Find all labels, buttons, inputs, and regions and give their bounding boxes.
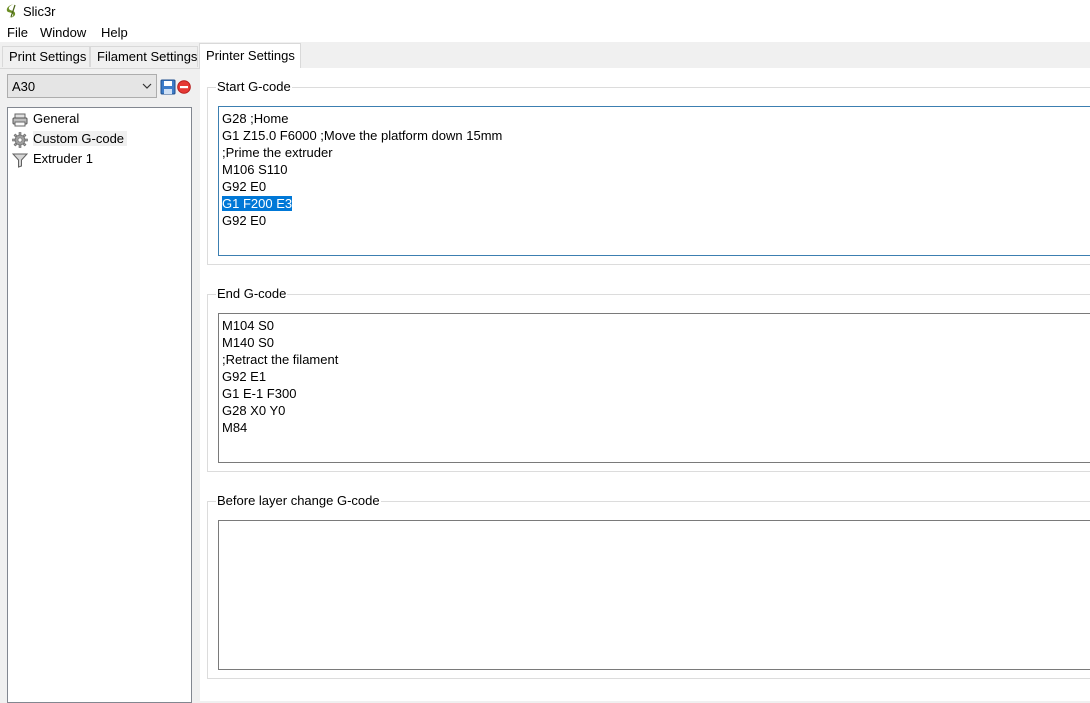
start-gcode-editor[interactable]: G28 ;Home G1 Z15.0 F6000 ;Move the platf… (218, 106, 1090, 256)
tree-item-label: Extruder 1 (33, 151, 93, 166)
slic3r-logo-icon (6, 4, 16, 18)
preset-select[interactable]: A30 (7, 74, 157, 98)
funnel-icon (12, 153, 28, 168)
tree-item-general[interactable]: General (12, 110, 188, 129)
code-line: G92 E0 (222, 179, 267, 194)
code-line: G1 E-1 F300 (222, 386, 297, 401)
menu-window[interactable]: Window (40, 25, 86, 40)
code-line: ;Retract the filament (222, 352, 339, 367)
tab-print-settings[interactable]: Print Settings (2, 46, 90, 67)
code-line: M140 S0 (222, 335, 275, 350)
before-layer-change-gcode-editor[interactable] (218, 520, 1090, 670)
printer-icon (12, 113, 28, 127)
preset-selected-value: A30 (12, 79, 36, 94)
tree-item-extruder-1[interactable]: Extruder 1 (12, 150, 188, 169)
code-line: M106 S110 (222, 162, 288, 177)
code-line: ;Prime the extruder (222, 145, 333, 160)
code-line: G1 Z15.0 F6000 ;Move the platform down 1… (222, 128, 503, 143)
custom-gcode-page: Start G-code G28 ;Home G1 Z15.0 F6000 ;M… (200, 68, 1090, 701)
window-title: Slic3r (23, 4, 56, 19)
delete-preset-icon[interactable] (177, 80, 191, 94)
tree-item-label: Custom G-code (33, 131, 128, 146)
tab-bar: Print Settings Filament Settings Printer… (0, 42, 1090, 69)
code-line: M104 S0 (222, 318, 275, 333)
end-gcode-label: End G-code (216, 286, 288, 301)
tab-filament-settings[interactable]: Filament Settings (90, 46, 198, 67)
selected-text: G1 F200 E3 (222, 196, 293, 211)
settings-page-tree: General Custom G-code Extruder 1 (7, 107, 192, 703)
title-bar: Slic3r (0, 0, 1090, 22)
code-line: G28 ;Home (222, 111, 289, 126)
menu-bar: File Window Help (0, 22, 1090, 42)
start-gcode-label: Start G-code (216, 79, 292, 94)
code-line: M84 (222, 420, 248, 435)
cog-icon (12, 132, 28, 148)
tab-printer-settings[interactable]: Printer Settings (199, 43, 301, 69)
before-layer-change-gcode-group: Before layer change G-code (207, 493, 1090, 679)
start-gcode-group: Start G-code G28 ;Home G1 Z15.0 F6000 ;M… (207, 79, 1090, 265)
code-line: G92 E0 (222, 213, 267, 228)
code-line: G28 X0 Y0 (222, 403, 286, 418)
code-line-selected: G1 F200 E3 (222, 195, 1090, 212)
end-gcode-editor[interactable]: M104 S0 M140 S0 ;Retract the filament G9… (218, 313, 1090, 463)
menu-help[interactable]: Help (101, 25, 128, 40)
tree-item-label: General (33, 111, 80, 126)
before-layer-change-gcode-label: Before layer change G-code (216, 493, 381, 508)
code-line: G92 E1 (222, 369, 267, 384)
save-preset-icon[interactable] (160, 79, 176, 95)
end-gcode-group: End G-code M104 S0 M140 S0 ;Retract the … (207, 286, 1090, 472)
chevron-down-icon (142, 83, 152, 89)
menu-file[interactable]: File (7, 25, 28, 40)
tree-item-custom-gcode[interactable]: Custom G-code (12, 130, 188, 149)
